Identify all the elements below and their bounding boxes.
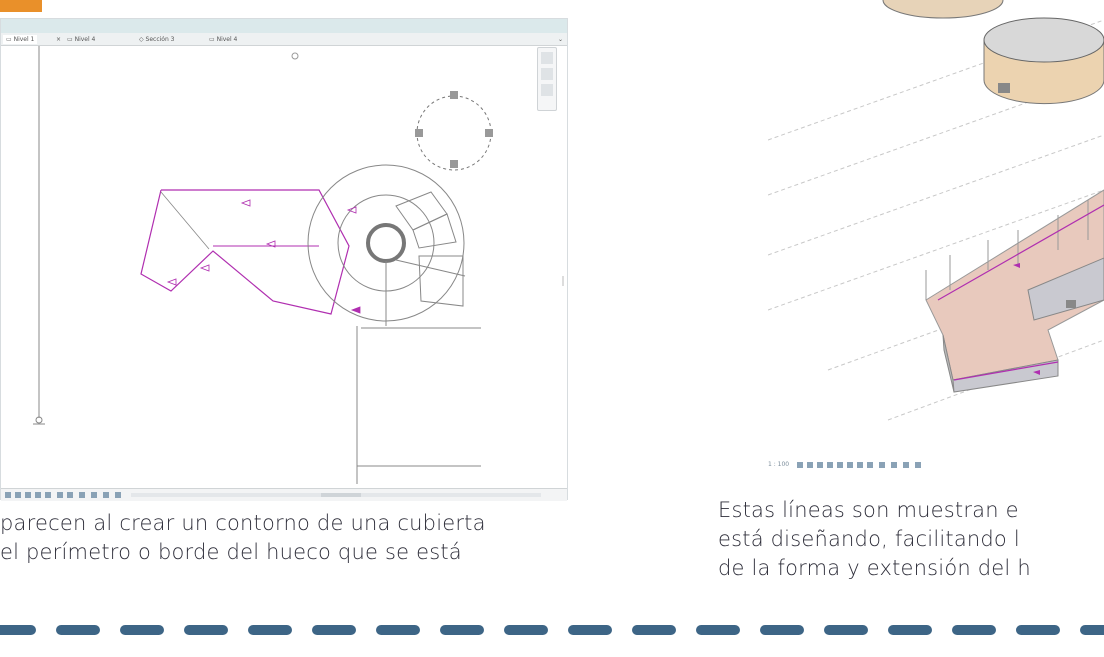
scale-label[interactable]: 1 : 100 (768, 461, 789, 468)
show-crop-icon (67, 492, 73, 498)
tab-nivel-4[interactable]: ▭ Nivel 4 (67, 35, 95, 44)
analytical-icon (103, 492, 109, 498)
view-control-icons[interactable] (1, 489, 567, 501)
divider-dash (504, 625, 548, 635)
caption-right: Estas líneas son muestran e está diseñan… (718, 496, 1031, 583)
temp-hide-icon (79, 492, 85, 498)
drawing-canvas (33, 46, 564, 484)
tabs-dropdown-icon[interactable]: ⌄ (558, 35, 563, 44)
divider-dash (568, 625, 612, 635)
reveal-hidden-icon (91, 492, 97, 498)
slope-arrow-icon (240, 199, 251, 207)
caption-left: parecen al crear un contorno de una cubi… (0, 509, 486, 567)
divider-dash (56, 625, 100, 635)
divider-dash (440, 625, 484, 635)
tab-close-icon[interactable]: × (56, 35, 61, 44)
slope-arrow-icon (199, 264, 210, 272)
view-icon: ▭ (209, 36, 217, 43)
tank-top (882, 0, 1004, 19)
divider-dash (1016, 625, 1060, 635)
tab-seccion-3[interactable]: ◇ Sección 3 (139, 35, 175, 44)
sketch-helper-line (160, 191, 210, 250)
highlight-icon (115, 492, 121, 498)
slope-arrow-icon (350, 306, 361, 314)
zoom-icon[interactable] (541, 68, 553, 80)
steering-wheel-icon[interactable] (541, 52, 553, 64)
divider-dash (120, 625, 164, 635)
divider-dash (952, 625, 996, 635)
tab-nivel-4-b[interactable]: ▭ Nivel 4 (209, 35, 237, 44)
window-title-bar (1, 19, 567, 33)
grip-handle (450, 160, 458, 168)
tank-roof (983, 17, 1104, 63)
caption-right-line-2: está diseñando, facilitando l (718, 527, 1020, 551)
slope-arrow-icon (166, 278, 177, 286)
view-control-bar (1, 488, 567, 501)
caption-right-line-3: de la forma y extensión del h (718, 556, 1031, 580)
divider-dash (696, 625, 740, 635)
divider-dash (888, 625, 932, 635)
3d-view-canvas (768, 0, 1104, 470)
scale-icon (5, 492, 11, 498)
elevation-marker-icon (291, 52, 299, 60)
divider-dash (824, 625, 868, 635)
view-3d-control-bar: 1 : 100 (768, 458, 1104, 472)
column-base (1066, 300, 1076, 308)
caption-right-line-1: Estas líneas son muestran e (718, 498, 1019, 522)
dashed-divider (0, 625, 1104, 635)
sun-path-icon (35, 492, 41, 498)
navigation-bar[interactable] (537, 47, 557, 111)
view-icon: ▭ (67, 36, 75, 43)
detail-level-icon (15, 492, 21, 498)
divider-dash (0, 625, 36, 635)
orange-corner-tab (0, 0, 42, 12)
revit-floor-plan-window: ▭ Nivel 1 × ▭ Nivel 4 ◇ Sección 3 ▭ Nive… (0, 18, 568, 501)
grip-handle (450, 91, 458, 99)
visual-style-icon (25, 492, 31, 498)
grip-handle (415, 129, 423, 137)
pan-icon[interactable] (541, 84, 553, 96)
caption-left-line-2: el perímetro o borde del hueco que se es… (0, 540, 462, 564)
tank-support (998, 83, 1010, 93)
shadows-icon (45, 492, 51, 498)
divider-dash (184, 625, 228, 635)
view-icon: ▭ (6, 36, 14, 43)
divider-dash (632, 625, 676, 635)
crop-icon (57, 492, 63, 498)
view-3d-icons[interactable] (795, 460, 975, 470)
view-tabs-bar: ▭ Nivel 1 × ▭ Nivel 4 ◇ Sección 3 ▭ Nive… (1, 33, 567, 46)
column-outline (416, 95, 492, 171)
divider-dash (312, 625, 356, 635)
divider-dash (248, 625, 292, 635)
divider-dash (1080, 625, 1104, 635)
roof-sketch-boundary (140, 189, 350, 315)
caption-left-line-1: parecen al crear un contorno de una cubi… (0, 511, 486, 535)
stair-cut-line (395, 259, 466, 277)
divider-dash (760, 625, 804, 635)
divider-dash (376, 625, 420, 635)
scroll-thumb (321, 493, 361, 497)
tab-nivel-1[interactable]: ▭ Nivel 1 (3, 35, 38, 44)
grip-handle (485, 129, 493, 137)
stair-core (366, 223, 406, 263)
stair-tread (412, 213, 457, 249)
